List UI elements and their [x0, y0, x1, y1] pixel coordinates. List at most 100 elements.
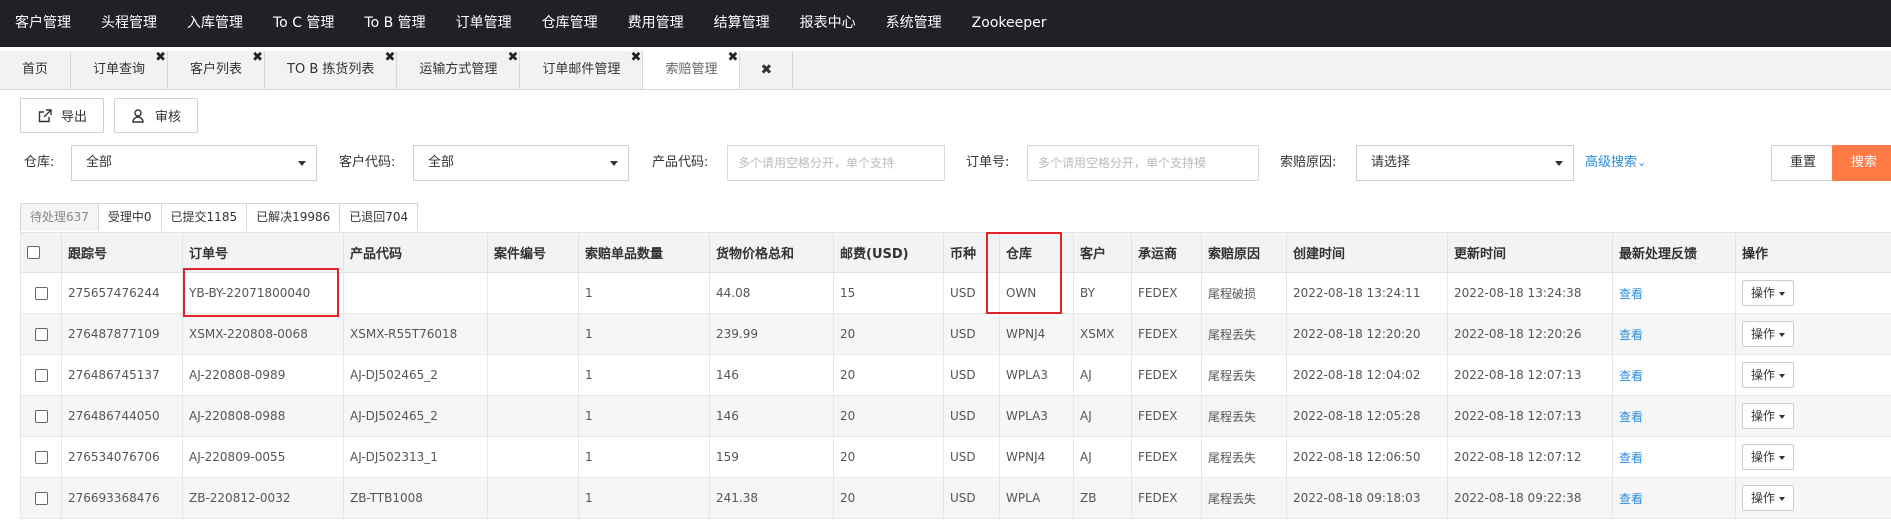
table-cell: 241.38 — [709, 477, 834, 519]
table-cell: 尾程破损 — [1201, 272, 1287, 314]
table-cell: 20 — [833, 395, 944, 437]
page-tab[interactable]: TO B 拣货列表 ✖ — [265, 50, 398, 89]
table-cell: FEDEX — [1131, 436, 1202, 478]
select-all-checkbox[interactable] — [27, 246, 40, 259]
nav-item[interactable]: 报表中心 — [785, 0, 871, 47]
status-tab[interactable]: 已提交1185 — [160, 203, 248, 231]
table-cell: 146 — [709, 395, 834, 437]
row-select-cell — [20, 354, 62, 396]
table-body: 275657476244 YB-BY-22071800040 1 44.08 15 USD… — [20, 272, 1891, 519]
row-checkbox[interactable] — [34, 287, 48, 300]
table-cell: USD — [943, 272, 1000, 314]
feedback-cell: 查看 — [1612, 272, 1736, 314]
order-number-input[interactable] — [1027, 145, 1259, 181]
view-link[interactable]: 查看 — [1619, 369, 1643, 383]
status-tab[interactable]: 待处理637 — [20, 203, 99, 231]
row-checkbox[interactable] — [34, 451, 48, 464]
close-icon[interactable]: ✖ — [155, 39, 166, 77]
table-cell: AJ — [1073, 395, 1132, 437]
table-cell: 1 — [578, 313, 710, 355]
advanced-search-link[interactable]: 高级搜索⌄ — [1585, 145, 1646, 181]
table-cell: 20 — [833, 354, 944, 396]
row-actions-dropdown[interactable]: 操作 — [1742, 321, 1795, 347]
close-all-tabs-button[interactable]: ✖ — [740, 51, 794, 89]
page-tab[interactable]: 运输方式管理 ✖ — [397, 50, 521, 89]
table-cell: 20 — [833, 477, 944, 519]
close-icon[interactable]: ✖ — [385, 39, 396, 77]
close-icon[interactable]: ✖ — [631, 39, 642, 77]
row-select-cell — [20, 477, 62, 519]
nav-item[interactable]: 仓库管理 — [527, 0, 613, 47]
reset-button[interactable]: 重置 — [1771, 145, 1835, 181]
review-icon — [132, 108, 144, 123]
row-actions-dropdown[interactable]: 操作 — [1742, 485, 1795, 511]
close-icon[interactable]: ✖ — [252, 39, 263, 77]
column-header: 产品代码 — [343, 232, 488, 273]
table-cell: 15 — [833, 272, 944, 314]
table-cell: 2022-08-18 12:20:20 — [1286, 313, 1448, 355]
chevron-down-icon — [1779, 291, 1786, 296]
close-icon[interactable]: ✖ — [508, 39, 519, 77]
page-tab-label: 客户列表 — [190, 62, 243, 77]
table-cell: WPLA3 — [999, 354, 1074, 396]
row-checkbox[interactable] — [34, 410, 48, 423]
nav-item[interactable]: 费用管理 — [613, 0, 699, 47]
row-actions-dropdown[interactable]: 操作 — [1742, 403, 1795, 429]
chevron-down-icon — [298, 161, 306, 166]
page-tab[interactable]: 客户列表 ✖ — [168, 50, 266, 89]
table-cell: WPNJ4 — [999, 436, 1074, 478]
review-button[interactable]: 审核 — [114, 98, 199, 133]
status-tab[interactable]: 已解决19986 — [246, 203, 341, 231]
claim-reason-select[interactable]: 请选择 — [1356, 145, 1574, 181]
page-tab-label: 订单邮件管理 — [542, 62, 621, 77]
feedback-cell: 查看 — [1612, 313, 1736, 355]
customer-code-select[interactable]: 全部 — [413, 145, 629, 181]
view-link[interactable]: 查看 — [1619, 328, 1643, 342]
table-cell: FEDEX — [1131, 272, 1202, 314]
row-checkbox[interactable] — [34, 328, 48, 341]
row-select-cell — [20, 395, 62, 437]
table-cell: AJ-220808-0988 — [182, 395, 344, 437]
export-button[interactable]: 导出 — [20, 98, 105, 133]
table-cell: 276534076706 — [61, 436, 183, 478]
page-tab[interactable]: 首页 — [0, 51, 72, 89]
close-icon[interactable]: ✖ — [728, 39, 739, 77]
table-cell: USD — [943, 354, 1000, 396]
product-code-input[interactable] — [727, 145, 945, 181]
status-tab[interactable]: 受理中0 — [97, 203, 162, 231]
row-checkbox[interactable] — [34, 369, 48, 382]
view-link[interactable]: 查看 — [1619, 492, 1643, 506]
search-button[interactable]: 搜索 — [1832, 145, 1891, 181]
table-cell: ZB-TTB1008 — [343, 477, 488, 519]
table-cell: 1 — [578, 395, 710, 437]
page-tab[interactable]: 订单邮件管理 ✖ — [520, 50, 644, 89]
nav-item[interactable]: 系统管理 — [871, 0, 957, 47]
nav-item[interactable]: 客户管理 — [0, 0, 86, 47]
row-actions-dropdown[interactable]: 操作 — [1742, 444, 1795, 470]
view-link[interactable]: 查看 — [1619, 451, 1643, 465]
warehouse-select[interactable]: 全部 — [71, 145, 317, 181]
row-actions-dropdown[interactable]: 操作 — [1742, 280, 1795, 306]
column-header: 币种 — [943, 232, 1000, 273]
row-actions-dropdown[interactable]: 操作 — [1742, 362, 1795, 388]
column-header: 更新时间 — [1447, 232, 1613, 273]
view-link[interactable]: 查看 — [1619, 287, 1643, 301]
export-icon — [38, 108, 52, 122]
table-cell: 2022-08-18 12:07:12 — [1447, 436, 1613, 478]
page-tab[interactable]: 订单查询 ✖ — [71, 50, 169, 89]
table-cell — [487, 436, 579, 478]
status-tab[interactable]: 已退回704 — [339, 203, 419, 231]
row-checkbox[interactable] — [34, 492, 48, 505]
nav-item[interactable]: 结算管理 — [699, 0, 785, 47]
nav-item[interactable]: Zookeeper — [957, 0, 1062, 47]
table-cell: 276487877109 — [61, 313, 183, 355]
nav-item[interactable]: To C 管理 — [258, 0, 349, 47]
nav-item[interactable]: 入库管理 — [172, 0, 258, 47]
table-cell: 2022-08-18 12:04:02 — [1286, 354, 1448, 396]
table-cell: AJ-DJ502465_2 — [343, 354, 488, 396]
view-link[interactable]: 查看 — [1619, 410, 1643, 424]
page-tab[interactable]: 索赔管理 ✖ — [643, 50, 741, 89]
column-header: 订单号 — [182, 232, 344, 273]
table-cell: 44.08 — [709, 272, 834, 314]
table-cell: 尾程丢失 — [1201, 395, 1287, 437]
